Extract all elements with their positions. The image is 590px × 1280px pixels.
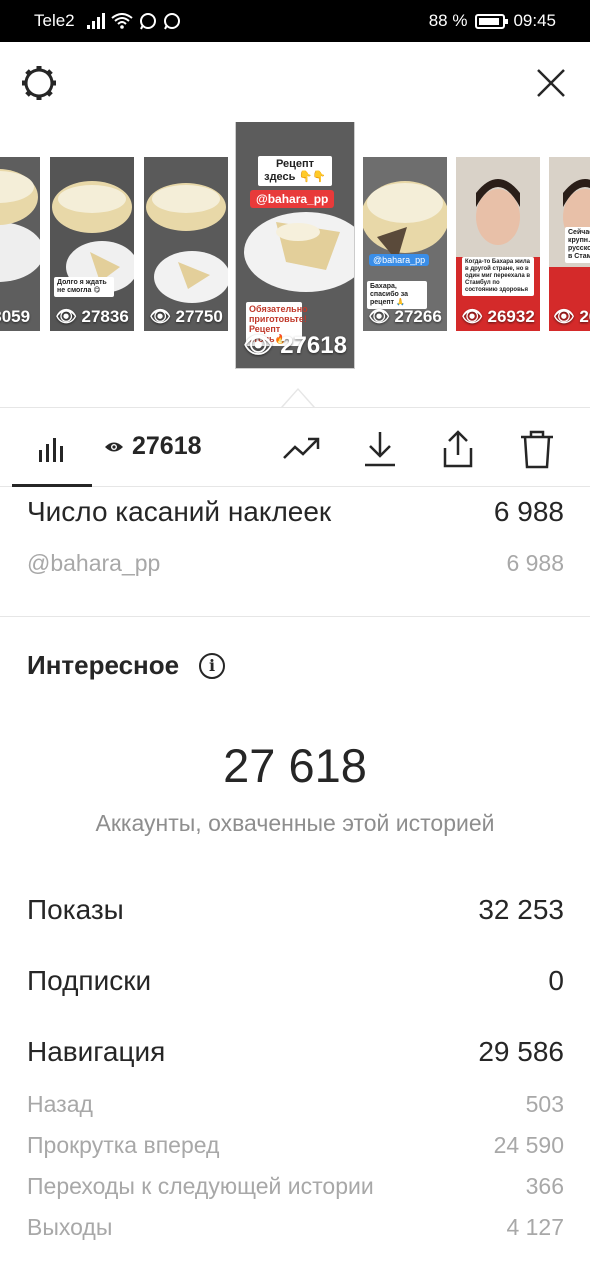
battery-icon [475,13,509,29]
story-thumbnail-selected[interactable]: Рецепт здесь 👇👇 @bahara_pp Обязательно п… [236,122,354,368]
nav-label: Выходы [27,1214,113,1240]
story-view-count: 👁 27266 [368,307,442,326]
carrier-label: Tele2 [34,11,75,30]
story-toolbar: 27618 [0,407,590,487]
share-icon[interactable] [437,428,479,470]
signal-icon [86,13,105,29]
view-count: 27618 [104,432,202,461]
stat-label: Навигация [27,1036,166,1067]
discovery-section-title: Интересное i [27,650,226,681]
battery-percent: 88 % [428,11,468,30]
story-thumbnail-strip[interactable]: 👁 3059 Долго я ждать не смогла 😋 👁 27836… [0,122,590,407]
story-thumbnail[interactable]: Долго я ждать не смогла 😋 👁 27836 [50,157,134,331]
story-thumbnail[interactable]: Сейчас крупн… русскоговор… в Стамбуле 👁 … [549,157,590,331]
delete-trash-icon[interactable] [516,428,558,470]
stat-label: Показы [27,894,124,925]
story-view-count: 👁 27750 [149,307,223,326]
nav-label: Переходы к следующей истории [27,1173,374,1199]
story-caption: Когда-то Бахара жила в другой стране, но… [462,257,534,296]
story-thumbnail[interactable]: 👁 3059 [0,157,40,331]
reach-value: 27 618 [223,739,367,792]
mention-sticker: @bahara_pp [250,190,335,208]
story-caption: Бахара, спасибо за рецепт 🙏 [367,281,427,309]
story-thumbnail[interactable]: Когда-то Бахара жила в другой стране, но… [456,157,540,331]
mention-sticker: @bahara_pp [369,254,430,266]
sticker-mention-row: @bahara_pp 6 988 [27,550,564,577]
close-icon[interactable] [530,62,572,104]
whatsapp-icon-2 [163,13,180,30]
stat-value: 32 253 [478,894,564,925]
nav-label: Назад [27,1091,93,1117]
stat-row-impressions: Показы 32 253 [27,894,564,926]
story-thumbnail[interactable]: @bahara_pp Бахара, спасибо за рецепт 🙏 👁… [363,157,447,331]
sticker-taps-row: Число касаний наклеек 6 988 [27,496,564,528]
nav-value: 503 [525,1091,564,1117]
stat-row-follows: Подписки 0 [27,965,564,997]
stat-value: 0 [548,965,564,996]
active-tab-underline [12,484,92,487]
reach-label: Аккаунты, охваченные этой историей [95,810,495,836]
nav-value: 366 [525,1173,564,1199]
stat-row-navigation: Навигация 29 586 [27,1036,564,1068]
nav-row-next-story: Переходы к следующей истории 366 [27,1173,564,1200]
top-bar [0,42,590,122]
whatsapp-icon [139,13,156,30]
story-view-count: 👁 26 [553,307,590,326]
story-view-count: 👁 27836 [55,307,129,326]
story-view-count: 👁 3059 [0,307,31,326]
sticker-taps-value: 6 988 [493,496,564,527]
sticker-mention-value: 6 988 [506,550,564,576]
status-bar: Tele2 88 % 09:45 [0,0,590,42]
nav-row-forward: Прокрутка вперед 24 590 [27,1132,564,1159]
stat-label: Подписки [27,965,152,996]
story-thumbnail[interactable]: 👁 27750 [144,157,228,331]
nav-row-exits: Выходы 4 127 [27,1214,564,1241]
info-icon[interactable]: i [199,652,226,679]
nav-label: Прокрутка вперед [27,1132,220,1158]
download-icon[interactable] [359,428,401,470]
promote-trend-icon[interactable] [281,428,323,470]
section-divider [0,616,590,617]
settings-gear-icon[interactable] [18,62,60,104]
bar-chart-icon [39,438,63,462]
eye-icon [105,442,123,451]
stat-value: 29 586 [478,1036,564,1067]
story-view-count: 👁 26932 [461,307,535,326]
sticker-mention-label: @bahara_pp [27,550,161,576]
clock: 09:45 [513,11,556,30]
story-caption-top: Рецепт здесь 👇👇 [258,156,332,186]
wifi-icon [111,13,133,29]
story-caption: Долго я ждать не смогла 😋 [54,277,114,297]
nav-value: 4 127 [506,1214,564,1240]
nav-row-back: Назад 503 [27,1091,564,1118]
sticker-taps-label: Число касаний наклеек [27,496,332,527]
story-caption: Сейчас крупн… русскоговор… в Стамбуле [565,227,590,263]
nav-value: 24 590 [493,1132,564,1158]
insights-tab[interactable] [12,408,92,487]
story-view-count: 👁 27618 [243,332,347,359]
